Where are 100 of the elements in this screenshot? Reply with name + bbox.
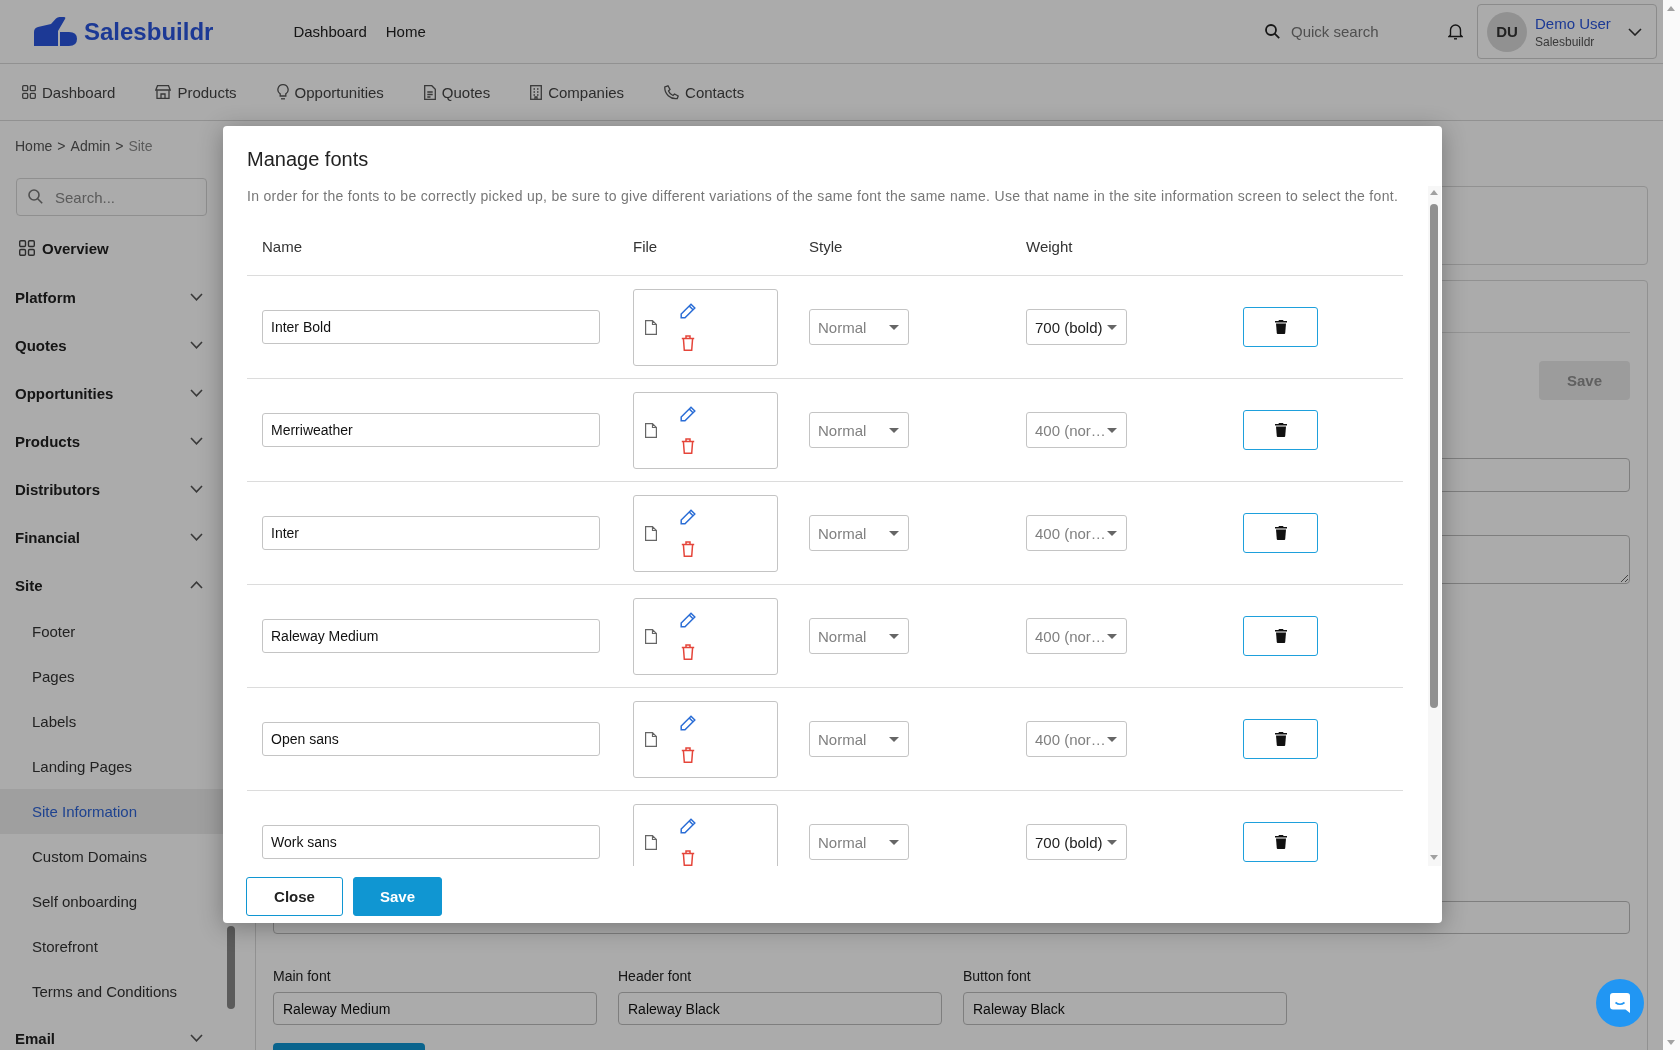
trash-icon[interactable]: [681, 850, 695, 866]
style-select[interactable]: Normal: [809, 824, 909, 860]
name-input[interactable]: Inter Bold: [262, 310, 600, 344]
delete-button[interactable]: [1243, 307, 1318, 347]
building-icon: [530, 84, 543, 100]
pencil-icon[interactable]: [680, 406, 696, 422]
weight-select[interactable]: 400 (nor…: [1026, 721, 1127, 757]
nav-link[interactable]: Home: [385, 23, 426, 40]
sidebar-section[interactable]: Quotes: [15, 321, 211, 369]
style-select[interactable]: Normal: [809, 309, 909, 345]
trash-icon[interactable]: [681, 747, 695, 763]
trash-icon: [1274, 835, 1287, 849]
sidebar-item[interactable]: Overview: [15, 226, 109, 270]
trash-icon: [1274, 526, 1287, 540]
sidebar-section[interactable]: Platform: [15, 273, 211, 321]
caret-icon: [889, 736, 899, 742]
file-icon: [645, 319, 657, 335]
nav-link[interactable]: Companies: [530, 83, 625, 101]
sidebar-item[interactable]: Storefront: [0, 924, 225, 969]
logo-icon: [34, 17, 77, 46]
caret-icon: [1107, 427, 1117, 433]
caret-icon: [1107, 839, 1117, 845]
name-input[interactable]: Inter: [262, 516, 600, 550]
sidebar-section[interactable]: Email: [15, 1014, 211, 1050]
chat-button[interactable]: [1596, 979, 1644, 1027]
logo-text: Salesbuildr: [84, 17, 214, 46]
delete-button[interactable]: [1243, 513, 1318, 553]
text-field[interactable]: Raleway Black: [963, 992, 1287, 1025]
file-icon: [645, 834, 657, 850]
style-select[interactable]: Normal: [809, 515, 909, 551]
grid-icon: [19, 240, 35, 256]
nav-link[interactable]: Quotes: [423, 83, 491, 101]
nav-link[interactable]: Dashboard: [293, 23, 367, 40]
file-icon: [645, 422, 657, 438]
sidebar-item[interactable]: Terms and Conditions: [0, 969, 225, 1014]
pencil-icon[interactable]: [680, 715, 696, 731]
trash-icon[interactable]: [681, 541, 695, 557]
sidebar-section[interactable]: Products: [15, 417, 211, 465]
close-button[interactable]: Close: [246, 877, 343, 916]
pencil-icon[interactable]: [680, 509, 696, 525]
sidebar-section[interactable]: Financial: [15, 513, 211, 561]
delete-button[interactable]: [1243, 822, 1318, 862]
text-field[interactable]: Raleway Black: [618, 992, 942, 1025]
caret-icon: [889, 324, 899, 330]
nav-link[interactable]: Contacts: [664, 83, 745, 101]
nav-link[interactable]: Dashboard: [22, 83, 116, 101]
sidebar-section[interactable]: Site: [15, 561, 211, 609]
nav-link[interactable]: Products: [155, 83, 237, 101]
pencil-icon[interactable]: [680, 612, 696, 628]
column-header: Name: [262, 237, 302, 257]
search-icon: [28, 189, 43, 204]
pencil-icon[interactable]: [680, 818, 696, 834]
bell-icon[interactable]: [1448, 23, 1463, 40]
sidebar-section[interactable]: Distributors: [15, 465, 211, 513]
text-field[interactable]: Raleway Medium: [273, 992, 597, 1025]
chevron-down-icon: [1628, 27, 1642, 36]
weight-select[interactable]: 400 (nor…: [1026, 618, 1127, 654]
search-icon: [1265, 24, 1280, 39]
delete-button[interactable]: [1243, 616, 1318, 656]
name-input[interactable]: Merriweather: [262, 413, 600, 447]
caret-icon: [1107, 633, 1117, 639]
weight-select[interactable]: 700 (bold): [1026, 824, 1127, 860]
user-menu[interactable]: DU Demo User Salesbuildr: [1477, 4, 1657, 59]
name-input[interactable]: Raleway Medium: [262, 619, 600, 653]
style-select[interactable]: Normal: [809, 721, 909, 757]
pencil-icon[interactable]: [680, 303, 696, 319]
breadcrumb-separator: >: [115, 137, 124, 155]
trash-icon[interactable]: [681, 644, 695, 660]
trash-icon: [1274, 732, 1287, 746]
style-select[interactable]: Normal: [809, 618, 909, 654]
caret-icon: [889, 633, 899, 639]
trash-icon[interactable]: [681, 335, 695, 351]
field-label: Main font: [273, 968, 331, 984]
search-field[interactable]: Search...: [16, 178, 207, 216]
nav-link[interactable]: Opportunities: [276, 83, 384, 101]
name-input[interactable]: Open sans: [262, 722, 600, 756]
column-header: File: [633, 237, 658, 257]
dialog-title: Manage fonts: [247, 147, 369, 172]
breadcrumb-link[interactable]: Home: [15, 137, 53, 155]
organization-name: Salesbuildr: [1535, 34, 1596, 49]
breadcrumb-link[interactable]: Admin: [70, 137, 111, 155]
dialog-description: In order for the fonts to be correctly picked up, be sure to give different variations of the same font the same name. Use that name in the site information screen to select the font.: [247, 187, 1399, 206]
weight-select[interactable]: 400 (nor…: [1026, 515, 1127, 551]
sidebar-section[interactable]: Opportunities: [15, 369, 211, 417]
trash-icon[interactable]: [681, 438, 695, 454]
delete-button[interactable]: [1243, 719, 1318, 759]
store-icon: [155, 85, 172, 99]
delete-button[interactable]: [1243, 410, 1318, 450]
weight-select[interactable]: 400 (nor…: [1026, 412, 1127, 448]
search-field[interactable]: Quick search: [1291, 23, 1431, 40]
column-header: Style: [809, 237, 843, 257]
field-label: Button font: [963, 968, 1031, 984]
name-input[interactable]: Work sans: [262, 825, 600, 859]
weight-select[interactable]: 700 (bold): [1026, 309, 1127, 345]
document-icon: [423, 84, 436, 100]
breadcrumb-separator: >: [57, 137, 66, 155]
grid-icon: [22, 85, 36, 99]
file-icon: [645, 628, 657, 644]
style-select[interactable]: Normal: [809, 412, 909, 448]
sidebar-item[interactable]: Site Information: [0, 789, 225, 834]
